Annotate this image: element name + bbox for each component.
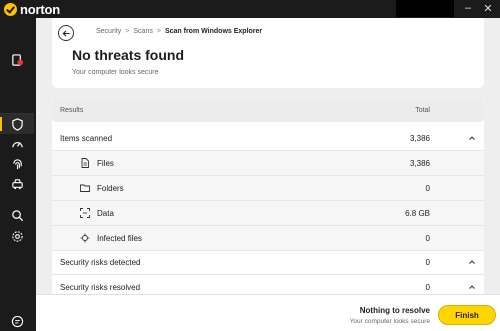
sidebar-item-search[interactable]	[0, 205, 34, 225]
results-header: Results Total	[52, 100, 484, 122]
title-bar: norton – ✕	[0, 0, 500, 18]
row-files: Files 3,386	[52, 151, 484, 176]
row-value: 3,386	[409, 134, 430, 143]
speedometer-icon	[11, 141, 23, 147]
sidebar-item-security[interactable]	[0, 114, 34, 134]
infected-icon	[80, 233, 90, 243]
breadcrumb-current: Scan from Windows Explorer	[164, 28, 263, 35]
norton-check-icon	[4, 3, 17, 16]
sidebar-item-performance[interactable]	[0, 134, 34, 154]
breadcrumb-separator: >	[156, 28, 161, 35]
chevron-up-icon[interactable]	[468, 134, 476, 142]
breadcrumb-scans[interactable]: Scans	[133, 28, 152, 35]
page-subtitle: Your computer looks secure	[72, 69, 159, 76]
row-label: Items scanned	[60, 134, 113, 143]
breadcrumb: Security > Scans > Scan from Windows Exp…	[96, 28, 262, 35]
fingerprint-icon	[12, 158, 22, 169]
file-icon	[81, 158, 89, 168]
row-label: Infected files	[97, 234, 142, 243]
main-panel: Security > Scans > Scan from Windows Exp…	[36, 18, 500, 331]
row-label: Security risks detected	[60, 258, 141, 267]
sidebar-item-settings[interactable]	[0, 226, 34, 246]
row-label: Files	[97, 159, 114, 168]
finish-button[interactable]: Finish	[438, 305, 496, 325]
search-icon	[11, 209, 23, 221]
row-value: 3,386	[409, 159, 430, 168]
norton-logo: norton	[4, 2, 60, 17]
row-value: 0	[425, 184, 430, 193]
app-name: norton	[20, 2, 60, 17]
row-label: Security risks resolved	[60, 283, 141, 292]
folder-icon	[80, 184, 90, 192]
row-items-scanned[interactable]: Items scanned 3,386	[52, 126, 484, 151]
row-folders: Folders 0	[52, 176, 484, 201]
minimize-icon[interactable]: –	[461, 2, 475, 14]
sidebar-item-driver[interactable]	[0, 174, 34, 194]
car-icon	[11, 178, 23, 189]
row-value: 0	[425, 283, 430, 292]
sidebar-item-device-security[interactable]	[0, 50, 34, 70]
row-value: 0	[425, 234, 430, 243]
shield-icon	[11, 117, 23, 131]
breadcrumb-security[interactable]: Security	[96, 28, 121, 35]
row-label: Data	[97, 209, 114, 218]
sidebar-item-identity[interactable]	[0, 154, 34, 174]
action-footer: Nothing to resolve Your computer looks s…	[36, 294, 500, 331]
chat-icon	[11, 315, 23, 327]
chevron-up-icon[interactable]	[468, 258, 476, 266]
scan-header: Security > Scans > Scan from Windows Exp…	[52, 18, 484, 88]
row-value: 6.8 GB	[405, 209, 430, 218]
close-icon[interactable]: ✕	[481, 2, 495, 15]
chevron-up-icon[interactable]	[468, 283, 476, 291]
results-table: Results Total Items scanned 3,386 Files …	[52, 100, 484, 315]
row-value: 0	[425, 258, 430, 267]
column-results: Results	[60, 107, 84, 114]
data-icon	[80, 208, 90, 218]
footer-title: Nothing to resolve	[359, 306, 430, 315]
breadcrumb-separator: >	[125, 28, 130, 35]
footer-subtitle: Your computer looks secure	[349, 318, 430, 325]
arrow-left-icon	[62, 29, 70, 37]
row-infected-files: Infected files 0	[52, 226, 484, 251]
gear-icon	[11, 230, 23, 242]
column-total: Total	[415, 107, 430, 114]
row-data: Data 6.8 GB	[52, 201, 484, 226]
redacted-area	[396, 0, 454, 17]
page-title: No threats found	[72, 47, 184, 63]
back-button[interactable]	[58, 25, 74, 41]
row-label: Folders	[97, 184, 124, 193]
row-security-risks-detected[interactable]: Security risks detected 0	[52, 250, 484, 275]
device-security-icon	[11, 53, 23, 66]
sidebar-item-feedback[interactable]	[0, 311, 34, 331]
sidebar	[0, 18, 34, 331]
